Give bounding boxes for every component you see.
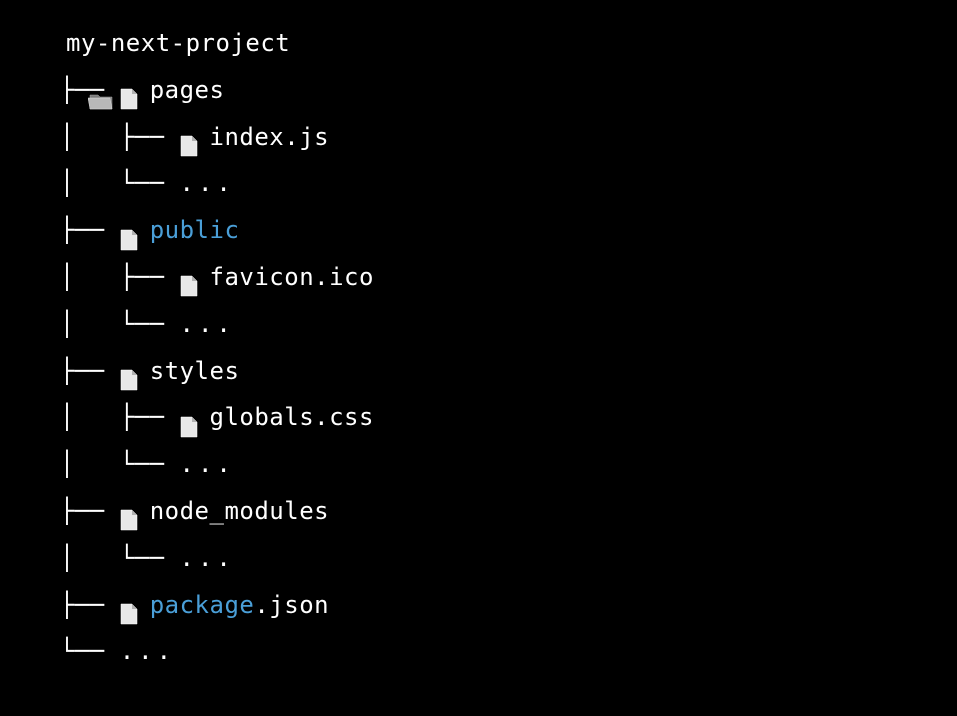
file-icon bbox=[180, 126, 198, 148]
tree-item-label: index.js bbox=[210, 114, 330, 161]
tree-prefix: │ ├── bbox=[30, 394, 180, 441]
tree-ellipsis: ... bbox=[180, 441, 235, 488]
tree-ellipsis: ... bbox=[180, 535, 235, 582]
tree-ellipsis: ... bbox=[180, 160, 235, 207]
tree-prefix: │ └── bbox=[30, 535, 180, 582]
file-icon bbox=[180, 266, 198, 288]
tree-line: │ └── ... bbox=[30, 535, 927, 582]
tree-item-label: styles bbox=[150, 348, 240, 395]
tree-line: │ └── ... bbox=[30, 160, 927, 207]
tree-line: │ └── ... bbox=[30, 441, 927, 488]
tree-prefix: │ └── bbox=[30, 301, 180, 348]
tree-line: │ └── ... bbox=[30, 301, 927, 348]
tree-ellipsis: ... bbox=[120, 628, 175, 675]
folder-icon bbox=[30, 33, 56, 53]
file-icon bbox=[180, 407, 198, 429]
tree-root: my-next-project bbox=[30, 20, 927, 67]
tree-line: │ ├── favicon.ico bbox=[30, 254, 927, 301]
tree-prefix: │ ├── bbox=[30, 254, 180, 301]
tree-prefix: └── bbox=[30, 628, 120, 675]
tree-prefix: │ └── bbox=[30, 160, 180, 207]
tree-line: │ ├── globals.css bbox=[30, 394, 927, 441]
tree-ellipsis: ... bbox=[180, 301, 235, 348]
file-icon bbox=[120, 220, 138, 242]
tree-prefix: │ └── bbox=[30, 441, 180, 488]
tree-prefix: │ ├── bbox=[30, 114, 180, 161]
tree-item-label: public bbox=[150, 207, 240, 254]
tree-item-label: package.json bbox=[150, 582, 329, 629]
file-icon bbox=[120, 594, 138, 616]
tree-line: ├── pages bbox=[30, 67, 927, 114]
tree-item-label: pages bbox=[150, 67, 225, 114]
tree-line: ├── public bbox=[30, 207, 927, 254]
tree-item-label: node_modules bbox=[150, 488, 329, 535]
tree-prefix: ├── bbox=[30, 488, 120, 535]
tree-line: └── ... bbox=[30, 628, 927, 675]
tree-line: │ ├── index.js bbox=[30, 114, 927, 161]
tree-prefix: ├── bbox=[30, 207, 120, 254]
tree-body: ├── pages │ ├── index.js │ └── ... ├── p… bbox=[30, 67, 927, 675]
file-icon bbox=[120, 79, 138, 101]
tree-item-label: globals.css bbox=[210, 394, 374, 441]
tree-prefix: ├── bbox=[30, 348, 120, 395]
tree-line: ├── package.json bbox=[30, 582, 927, 629]
file-icon bbox=[120, 360, 138, 382]
tree-line: ├── node_modules bbox=[30, 488, 927, 535]
tree-item-label: favicon.ico bbox=[210, 254, 374, 301]
tree-line: ├── styles bbox=[30, 348, 927, 395]
tree-prefix: ├── bbox=[30, 582, 120, 629]
file-icon bbox=[120, 500, 138, 522]
root-folder-name: my-next-project bbox=[66, 20, 290, 67]
tree-prefix: ├── bbox=[30, 67, 120, 114]
